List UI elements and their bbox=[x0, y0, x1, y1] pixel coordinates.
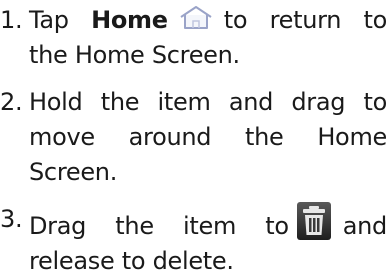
instruction-list: 1. Tap Home to return to the Home Screen… bbox=[0, 0, 387, 279]
step-1-text: Tap Home to return to the Home Screen. bbox=[29, 3, 387, 73]
step-1: 1. Tap Home to return to the Home Screen… bbox=[0, 3, 387, 73]
step-2-number: 2. bbox=[0, 88, 23, 116]
step-3-prefix: Drag the item to bbox=[29, 212, 289, 240]
step-2-text: Hold the item and drag to move around th… bbox=[29, 88, 387, 186]
step-3-text: Drag the item to and release to delete. bbox=[29, 202, 387, 279]
step-3-number: 3. bbox=[0, 205, 23, 233]
trash-icon bbox=[296, 202, 331, 240]
step-3: 3. Drag the item to and release to delet… bbox=[0, 202, 387, 279]
home-label: Home bbox=[91, 6, 168, 34]
step-1-prefix: Tap bbox=[29, 6, 92, 34]
home-icon bbox=[178, 5, 214, 31]
step-1-number: 1. bbox=[0, 6, 23, 34]
step-2: 2. Hold the item and drag to move around… bbox=[0, 85, 387, 190]
